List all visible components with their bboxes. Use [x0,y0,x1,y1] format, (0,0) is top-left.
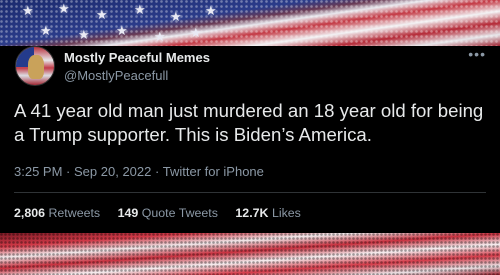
tweet-card: Mostly Peaceful Memes @MostlyPeacefull •… [0,46,500,233]
star-icon: ★ [190,25,202,40]
star-icon: ★ [22,3,34,18]
star-icon: ★ [96,7,108,22]
tweet-date[interactable]: Sep 20, 2022 [74,164,151,179]
star-icon: ★ [40,23,52,38]
retweets-label: Retweets [48,206,101,220]
likes-label: Likes [271,206,301,220]
star-icon: ★ [205,3,217,18]
star-icon: ★ [134,2,146,17]
star-icon: ★ [116,23,128,38]
meta-separator: · [155,164,160,179]
tweet-time[interactable]: 3:25 PM [14,164,62,179]
tweet-text: A 41 year old man just murdered an 18 ye… [14,100,484,145]
avatar[interactable] [15,46,55,86]
meta-separator: · [66,164,71,179]
user-handle[interactable]: @MostlyPeacefull [64,68,168,83]
star-icon: ★ [78,27,90,42]
likes-count: 12.7K [235,206,269,220]
flag-background-bottom [0,233,500,275]
retweets-stat[interactable]: 2,806 Retweets [14,206,104,220]
star-icon: ★ [154,29,166,44]
quote-tweets-label: Quote Tweets [141,206,218,220]
tweet-stats: 2,806 Retweets 149 Quote Tweets 12.7K Li… [14,206,315,221]
likes-stat[interactable]: 12.7K Likes [235,206,300,220]
display-name[interactable]: Mostly Peaceful Memes [64,50,210,65]
star-icon: ★ [170,9,182,24]
more-dots-icon[interactable]: ••• [468,47,486,61]
divider [14,192,486,193]
star-icon: ★ [58,1,70,16]
tweet-source[interactable]: Twitter for iPhone [163,164,264,179]
tweet-meta: 3:25 PM · Sep 20, 2022 · Twitter for iPh… [14,164,264,180]
retweets-count: 2,806 [14,206,46,220]
quote-tweets-stat[interactable]: 149 Quote Tweets [118,206,222,220]
flag-background-top: ★ ★ ★ ★ ★ ★ ★ ★ ★ ★ ★ [0,0,500,46]
quote-tweets-count: 149 [117,206,139,220]
avatar-mascot [28,55,44,79]
